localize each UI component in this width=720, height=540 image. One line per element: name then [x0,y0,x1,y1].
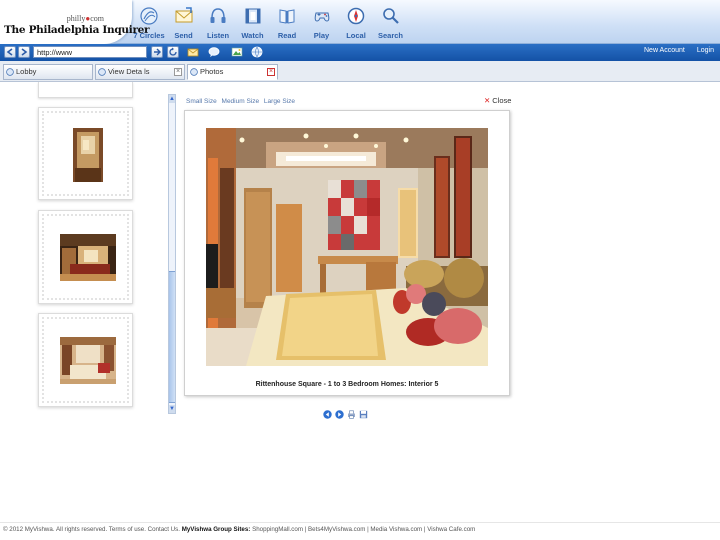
new-account-link[interactable]: New Account [644,47,685,54]
envelope-icon [175,7,192,23]
logo-title: The Philadelphia Inquirer [4,24,150,36]
tab-bar: Lobby View Deta ls × Photos × [0,61,720,82]
photo-caption: Rittenhouse Square - 1 to 3 Bedroom Home… [255,381,439,388]
nav-play[interactable]: Play [305,4,339,42]
thumbnail-partial [38,82,133,98]
size-small-link[interactable]: Small Size [186,98,217,105]
address-input[interactable] [33,46,147,58]
scroll-down-button[interactable]: ▼ [169,405,175,413]
nav-label: Watch [241,31,264,40]
tab-view-details[interactable]: View Deta ls × [95,64,185,80]
chat-icon[interactable] [208,46,220,58]
thumbnail-image [73,128,103,182]
photo-icon[interactable] [231,46,243,58]
tab-label: Lobby [16,67,37,76]
nav-send[interactable]: Send [167,4,201,42]
print-icon[interactable] [347,410,356,419]
tab-close-button[interactable]: × [267,68,275,76]
nav-search[interactable]: Search [374,4,408,42]
nav-label: Play [313,31,330,40]
main-nav: 7 Circles Send Listen Watch Read Play Lo… [132,4,408,42]
nav-read[interactable]: Read [270,4,304,42]
go-arrow-icon [154,48,161,56]
logo[interactable]: philly●com The Philadelphia Inquirer [0,0,150,44]
footer-copyright: © 2012 MyVishwa. All rights reserved. Te… [3,526,180,533]
tab-label: Photos [200,67,224,76]
magnifier-icon [382,8,399,24]
tab-globe-icon [190,68,198,76]
nav-local[interactable]: Local [339,4,373,42]
nav-listen[interactable]: Listen [201,4,235,42]
thumbnail-image [60,234,116,281]
footer-group-label: MyVishwa Group Sites: [181,526,251,533]
thumbnail-image [60,337,116,384]
tab-globe-icon [98,68,106,76]
close-viewer-button[interactable]: ✕ Close [484,96,511,105]
nav-watch[interactable]: Watch [236,4,270,42]
thumbnail-card[interactable] [38,107,133,200]
tab-photos[interactable]: Photos × [187,64,278,80]
scroll-up-button[interactable]: ▲ [169,95,175,103]
mail-icon[interactable] [187,46,199,58]
globe-icon[interactable] [251,46,263,58]
gamepad-icon [314,12,329,22]
tab-label: View Deta ls [108,67,150,76]
nav-label: Send [174,31,193,40]
film-icon [245,8,260,24]
book-icon [279,9,295,24]
nav-7-circles[interactable]: 7 Circles [132,4,166,42]
tab-lobby[interactable]: Lobby [3,64,93,80]
previous-icon[interactable] [323,410,332,419]
browser-toolbar: New Account Login [0,44,720,61]
app-header: philly●com The Philadelphia Inquirer 7 C… [0,0,720,44]
scroll-thumb[interactable] [169,271,175,403]
go-button[interactable] [151,46,163,58]
forward-button[interactable] [18,46,30,58]
close-label: Close [492,96,512,105]
account-links: New Account Login [644,47,714,54]
close-icon: ✕ [484,96,491,105]
nav-label: Listen [206,31,230,40]
save-icon[interactable] [359,410,368,419]
viewer-controls [323,410,368,420]
main-photo [206,128,488,366]
circles-icon [140,7,158,25]
headphones-icon [210,8,226,23]
arrow-right-icon [21,48,28,56]
size-large-link[interactable]: Large Size [264,98,295,105]
footer: © 2012 MyVishwa. All rights reserved. Te… [3,526,475,533]
logo-philly-com: philly●com [66,14,104,23]
tab-globe-icon [6,68,14,76]
photo-viewer: Rittenhouse Square - 1 to 3 Bedroom Home… [184,110,510,396]
thumbnail-scrollbar[interactable]: ▲ ▼ [168,94,176,414]
back-button[interactable] [4,46,16,58]
nav-label: Local [346,31,366,40]
size-options: Small Size Medium Size Large Size [186,98,298,105]
arrow-left-icon [6,48,13,56]
refresh-icon [169,47,177,56]
login-link[interactable]: Login [697,47,714,54]
compass-icon [347,7,365,25]
footer-divider [0,522,720,523]
thumbnail-card[interactable] [38,313,133,407]
next-icon[interactable] [335,410,344,419]
refresh-button[interactable] [167,46,179,58]
footer-sites[interactable]: ShoppingMall.com | Bets4MyVishwa.com | M… [252,526,475,533]
thumbnail-card[interactable] [38,210,133,304]
size-medium-link[interactable]: Medium Size [222,98,260,105]
tab-close-button[interactable]: × [174,68,182,76]
nav-label: Read [277,31,297,40]
nav-label: Search [377,31,404,40]
nav-label: 7 Circles [133,31,165,40]
